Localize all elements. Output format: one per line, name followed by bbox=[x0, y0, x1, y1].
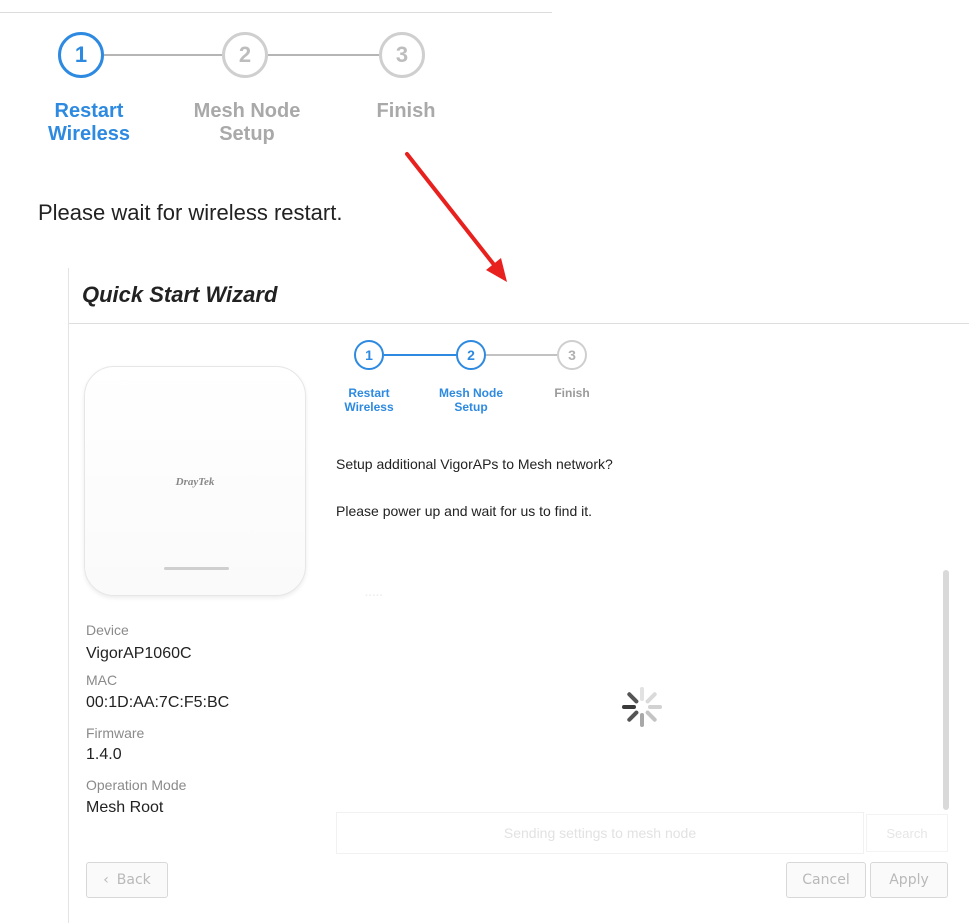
mac-label: MAC bbox=[86, 672, 118, 688]
top-step-1-circle: 1 bbox=[58, 32, 104, 78]
apply-button[interactable]: Apply bbox=[870, 862, 948, 898]
step-connector-2 bbox=[486, 354, 557, 356]
top-step-connector-2 bbox=[268, 54, 379, 56]
draytek-logo: DrayTek bbox=[175, 476, 215, 488]
wizard-title: Quick Start Wizard bbox=[82, 282, 278, 307]
mac-value: 00:1D:AA:7C:F5:BC bbox=[86, 694, 230, 711]
step-1-circle: 1 bbox=[354, 340, 384, 370]
step-3-circle: 3 bbox=[557, 340, 587, 370]
device-led-bar bbox=[164, 567, 229, 570]
device-value: VigorAP1060C bbox=[86, 645, 192, 662]
device-image: DrayTek bbox=[84, 366, 306, 596]
step-2-label: Mesh Node Setup bbox=[438, 386, 503, 414]
top-step-1-label: Restart Wireless bbox=[47, 100, 131, 145]
step-1-label: Restart Wireless bbox=[344, 386, 394, 414]
top-step-2-circle: 2 bbox=[222, 32, 268, 78]
search-button[interactable]: Search bbox=[866, 814, 948, 852]
top-step-3-label: Finish bbox=[376, 100, 436, 122]
cancel-button[interactable]: Cancel bbox=[786, 862, 866, 898]
device-label: Device bbox=[86, 622, 129, 638]
operation-mode-value: Mesh Root bbox=[86, 799, 164, 816]
top-divider bbox=[0, 12, 552, 13]
back-button[interactable]: ‹ Back bbox=[86, 862, 168, 898]
power-up-instruction: Please power up and wait for us to find … bbox=[336, 503, 593, 519]
step-2-circle: 2 bbox=[456, 340, 486, 370]
firmware-value: 1.4.0 bbox=[86, 746, 122, 763]
title-divider bbox=[69, 323, 969, 324]
mesh-question: Setup additional VigorAPs to Mesh networ… bbox=[336, 456, 613, 472]
panel-border bbox=[68, 268, 69, 923]
right-arrow-annotation bbox=[405, 152, 507, 282]
wait-message: Please wait for wireless restart. bbox=[38, 200, 343, 225]
operation-mode-label: Operation Mode bbox=[86, 777, 187, 793]
step-connector-1 bbox=[384, 354, 456, 356]
top-step-2-label: Mesh Node Setup bbox=[193, 100, 301, 145]
step-3-label: Finish bbox=[554, 386, 590, 400]
chevron-left-icon: ‹ bbox=[103, 872, 109, 888]
top-step-connector-1 bbox=[104, 54, 222, 56]
loading-spinner-icon bbox=[622, 687, 662, 727]
firmware-label: Firmware bbox=[86, 725, 145, 741]
table-header-ghost: ····· bbox=[365, 590, 384, 602]
scrollbar[interactable] bbox=[943, 570, 949, 810]
sending-status-field: Sending settings to mesh node bbox=[336, 812, 864, 854]
top-step-3-circle: 3 bbox=[379, 32, 425, 78]
sending-status-text: Sending settings to mesh node bbox=[503, 825, 697, 841]
